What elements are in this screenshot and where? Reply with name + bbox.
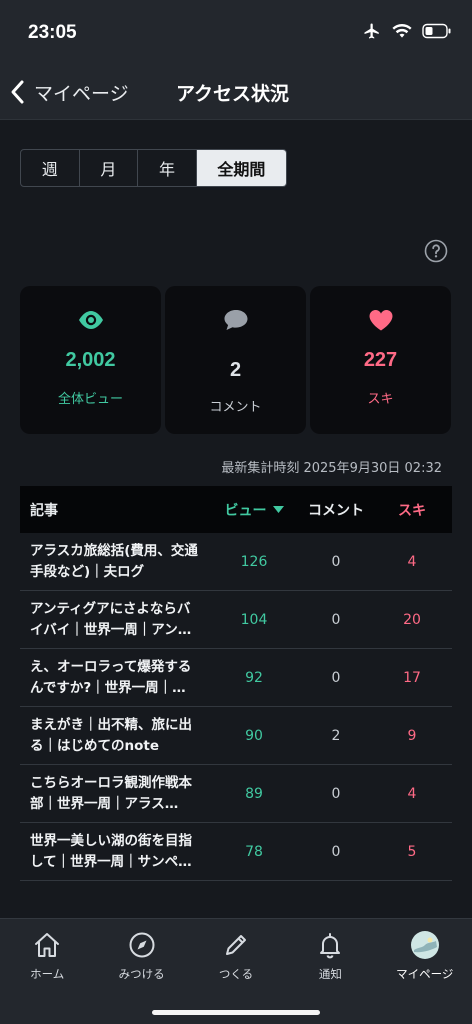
article-views: 126: [240, 553, 268, 570]
status-icons: [362, 22, 452, 40]
article-comments: 2: [331, 727, 341, 744]
tab-create-label: つくる: [218, 967, 254, 981]
table-header: 記事 ビュー コメント スキ: [20, 486, 452, 533]
pencil-icon: [225, 935, 246, 955]
column-header-views-label: ビュー: [224, 502, 267, 519]
article-stats-table: 記事 ビュー コメント スキ アラスカ旅総括(費用、交通手段など)｜夫ログ 12…: [20, 486, 452, 881]
table-row[interactable]: アラスカ旅総括(費用、交通手段など)｜夫ログ 126 0 4: [20, 533, 452, 591]
status-bar: 23:05: [0, 0, 472, 64]
article-title: アンティグアにさよならバイバイ｜世界一周｜アン…: [30, 600, 192, 638]
bottom-tab-bar: ホーム みつける つくる 通知 マイページ: [0, 918, 472, 1024]
tab-month[interactable]: 月: [80, 150, 139, 186]
article-views: 78: [245, 843, 263, 860]
tab-discover-label: みつける: [118, 967, 165, 981]
tab-all-time[interactable]: 全期間: [196, 150, 286, 186]
comments-total-value: 2: [229, 359, 242, 381]
article-title: まえがき｜出不精、旅に出る｜はじめてのnote: [30, 716, 192, 754]
sort-down-icon: [272, 505, 284, 513]
table-row[interactable]: 世界一美しい湖の街を目指して｜世界一周｜サンペ… 78 0 5: [20, 823, 452, 881]
tab-notifications[interactable]: 通知: [283, 919, 377, 991]
table-row[interactable]: え、オーロラって爆発するんですか?｜世界一周｜… 92 0 17: [20, 649, 452, 707]
home-icon: [35, 933, 60, 957]
heart-icon: [369, 309, 392, 331]
comments-total-label: コメント: [209, 400, 262, 415]
column-header-suki[interactable]: スキ: [372, 500, 452, 520]
column-header-comments[interactable]: コメント: [300, 500, 372, 520]
comments-stat-card: 2 コメント: [165, 286, 306, 434]
article-title: 世界一美しい湖の街を目指して｜世界一周｜サンペ…: [30, 832, 192, 870]
article-suki: 5: [407, 843, 417, 860]
wifi-icon: [392, 23, 412, 38]
suki-total-value: 227: [363, 349, 398, 371]
article-suki: 9: [407, 727, 417, 744]
views-total-label: 全体ビュー: [57, 392, 123, 407]
article-comments: 0: [331, 785, 341, 802]
last-updated-text: 最新集計時刻 2025年9月30日 02:32: [221, 461, 442, 476]
tab-week[interactable]: 週: [21, 150, 80, 186]
chevron-left-icon: [11, 80, 24, 104]
article-views: 90: [245, 727, 263, 744]
status-time: 23:05: [28, 22, 77, 43]
tab-mypage[interactable]: マイページ: [378, 919, 472, 991]
suki-total-label: スキ: [367, 392, 394, 407]
column-header-article: 記事: [30, 502, 58, 519]
tab-home-label: ホーム: [30, 967, 65, 981]
article-suki: 4: [407, 553, 417, 570]
article-title: アラスカ旅総括(費用、交通手段など)｜夫ログ: [30, 542, 198, 580]
tab-discover[interactable]: みつける: [94, 919, 188, 991]
column-header-views[interactable]: ビュー: [208, 500, 300, 520]
table-row[interactable]: まえがき｜出不精、旅に出る｜はじめてのnote 90 2 9: [20, 707, 452, 765]
table-row[interactable]: アンティグアにさよならバイバイ｜世界一周｜アン… 104 0 20: [20, 591, 452, 649]
table-row[interactable]: こちらオーロラ観測作戦本部｜世界一周｜アラス… 89 0 4: [20, 765, 452, 823]
article-views: 92: [245, 669, 263, 686]
article-comments: 0: [331, 553, 341, 570]
airplane-icon: [364, 23, 379, 39]
article-title: こちらオーロラ観測作戦本部｜世界一周｜アラス…: [30, 774, 192, 812]
views-total-value: 2,002: [65, 349, 116, 371]
navigation-bar: マイページ アクセス状況: [0, 64, 472, 120]
article-views: 89: [245, 785, 263, 802]
tab-home[interactable]: ホーム: [0, 919, 94, 991]
battery-icon: [422, 23, 451, 39]
article-views: 104: [240, 611, 268, 628]
back-button-label: マイページ: [34, 82, 129, 105]
page-title: アクセス状況: [176, 83, 290, 105]
compass-icon: [129, 932, 155, 958]
suki-stat-card: 227 スキ: [310, 286, 451, 434]
article-suki: 20: [403, 611, 421, 628]
home-indicator: [152, 1010, 320, 1015]
avatar: [410, 931, 439, 959]
speech-bubble-icon: [224, 310, 247, 330]
tab-year[interactable]: 年: [138, 150, 197, 186]
views-stat-card: 2,002 全体ビュー: [20, 286, 161, 434]
article-comments: 0: [331, 611, 341, 628]
article-suki: 4: [407, 785, 417, 802]
article-title: え、オーロラって爆発するんですか?｜世界一周｜…: [30, 658, 192, 696]
bell-icon: [320, 933, 341, 959]
back-button[interactable]: マイページ: [8, 72, 129, 112]
article-comments: 0: [331, 843, 341, 860]
eye-icon: [78, 311, 103, 329]
tab-mypage-label: マイページ: [396, 967, 454, 981]
help-icon[interactable]: [424, 239, 448, 263]
period-segmented-control: 週 月 年 全期間: [20, 149, 287, 187]
tab-create[interactable]: つくる: [189, 919, 283, 991]
article-comments: 0: [331, 669, 341, 686]
tab-notifications-label: 通知: [318, 967, 342, 981]
article-suki: 17: [403, 669, 421, 686]
